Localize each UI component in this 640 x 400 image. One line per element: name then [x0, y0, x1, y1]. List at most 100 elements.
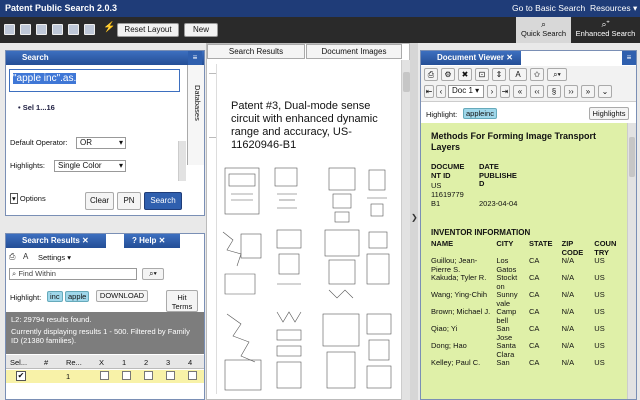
row-1-checkbox[interactable]	[122, 371, 131, 380]
col-3[interactable]: 3	[166, 358, 170, 367]
document-viewer-panel: Document Viewer ✕ ≡ ⎙ ⚙ ✖ ⊡ ⇕ A ✩ ⌕▾ ⇤ ‹…	[420, 50, 637, 400]
highlight-term-inc[interactable]: inc	[47, 291, 63, 302]
col-4[interactable]: 4	[188, 358, 192, 367]
search-icon[interactable]: ⌕▾	[547, 68, 567, 81]
next-doc-icon[interactable]: ›	[487, 85, 497, 98]
table-row: Wang; Ying-Chih Sunny vale CA N/A US	[429, 290, 625, 308]
first-doc-icon[interactable]: ⇤	[424, 85, 434, 98]
document-icon[interactable]	[36, 24, 47, 35]
inventor-name: Kakuda; Tyler R.	[431, 273, 487, 282]
col-sel[interactable]: Sel...	[10, 358, 27, 367]
download-button[interactable]: DOWNLOAD	[96, 290, 148, 302]
last-page-icon[interactable]: »	[581, 85, 595, 98]
collapse-icon[interactable]: ✖	[458, 68, 472, 81]
first-page-icon[interactable]: «	[513, 85, 527, 98]
find-within-input[interactable]: ⌕ Find Within	[9, 268, 137, 280]
section-icon[interactable]: §	[547, 85, 561, 98]
viewer-scrollbar[interactable]	[627, 123, 636, 399]
results-count: L2: 29794 results found.	[11, 315, 92, 324]
image-icon[interactable]	[52, 24, 63, 35]
col-number[interactable]: #	[44, 358, 48, 367]
options-toggle[interactable]: ▾ Options	[10, 193, 46, 204]
quick-search-tab[interactable]: ⌕ Quick Search	[516, 17, 571, 43]
highlights-label: Highlights:	[10, 161, 46, 170]
resources-menu[interactable]: Resources ▾	[590, 3, 637, 14]
enhanced-search-tab[interactable]: ⌕⁺ Enhanced Search	[571, 17, 640, 43]
search-set-label[interactable]: • Sel 1...16	[18, 103, 55, 112]
col-x[interactable]: X	[99, 358, 104, 367]
viewer-menu-icon[interactable]: ≡	[622, 51, 636, 65]
patent-drawing-thumbnails[interactable]	[217, 164, 399, 400]
fit-icon[interactable]: ⊡	[475, 68, 489, 81]
results-status: L2: 29794 results found. Currently displ…	[6, 312, 204, 354]
search-panel: Search ≡ "apple inc".as. • Sel 1...16 Dat…	[5, 50, 205, 216]
hit-terms-button[interactable]: Hit Terms	[166, 290, 198, 312]
find-search-icon: ⌕	[12, 269, 17, 278]
star-icon[interactable]: ✩	[530, 68, 544, 81]
table-row[interactable]: ✔ 1	[6, 370, 204, 383]
col-1[interactable]: 1	[122, 358, 126, 367]
inventor-state: CA	[528, 273, 540, 282]
search-query-text: "apple inc".as.	[13, 73, 77, 84]
inventor-state: CA	[528, 341, 540, 350]
search-query-box[interactable]: "apple inc".as.	[9, 69, 180, 92]
row-x-checkbox[interactable]	[100, 371, 109, 380]
databases-tab[interactable]: Databases	[187, 65, 204, 165]
help-tab[interactable]: ? Help ✕	[124, 234, 180, 248]
clear-button[interactable]: Clear	[85, 192, 114, 210]
search-scrollbar[interactable]	[178, 141, 186, 181]
font-size-icon[interactable]: A	[23, 252, 28, 261]
inventor-zip: N/A	[561, 358, 575, 367]
next-page-icon[interactable]: ››	[564, 85, 578, 98]
expand-icon[interactable]: ⇕	[492, 68, 506, 81]
print-icon[interactable]: ⎙	[9, 252, 15, 262]
list-icon[interactable]	[20, 24, 31, 35]
operator-select[interactable]: OR ▾	[76, 137, 126, 149]
down-icon[interactable]: ⌄	[598, 85, 612, 98]
inventor-name: Kelley; Paul C.	[431, 358, 481, 367]
find-options-button[interactable]: ⌕▾	[142, 268, 164, 280]
table-row: Guillou; Jean-Pierre S. Los Gatos CA N/A US	[429, 256, 625, 274]
inventor-name: Dong; Hao	[431, 341, 467, 350]
highlight-term-apple[interactable]: apple	[65, 291, 90, 302]
viewer-highlight-term[interactable]: appleinc	[463, 108, 497, 119]
collapse-arrow-icon[interactable]: ❯	[411, 213, 418, 222]
highlights-button[interactable]: Highlights	[589, 107, 629, 120]
lightning-icon[interactable]: ⚡	[103, 22, 115, 33]
inventor-zip: N/A	[561, 307, 575, 316]
row-3-checkbox[interactable]	[166, 371, 175, 380]
inventor-state: CA	[528, 324, 540, 333]
row-checkbox[interactable]: ✔	[16, 371, 26, 381]
prev-page-icon[interactable]: ‹‹	[530, 85, 544, 98]
document-viewer-header: Document Viewer ✕	[421, 51, 521, 65]
table-icon[interactable]	[68, 24, 79, 35]
inventor-name: Qiao; Yi	[431, 324, 458, 333]
prev-doc-icon[interactable]: ‹	[436, 85, 446, 98]
settings-menu[interactable]: Settings ▾	[38, 253, 71, 262]
col-2[interactable]: 2	[144, 358, 148, 367]
reset-layout-button[interactable]: Reset Layout	[117, 23, 179, 37]
tab-search-results[interactable]: Search Results	[207, 44, 305, 59]
grid-icon[interactable]	[84, 24, 95, 35]
col-relevance[interactable]: Re...	[66, 358, 82, 367]
col-state: STATE	[528, 239, 553, 248]
row-2-checkbox[interactable]	[144, 371, 153, 380]
font-size-icon[interactable]: A	[509, 68, 527, 81]
pn-button[interactable]: PN	[117, 192, 141, 210]
operator-label: Default Operator:	[10, 138, 68, 147]
search-button[interactable]: Search	[144, 192, 182, 210]
basic-search-link[interactable]: Go to Basic Search	[512, 3, 585, 13]
tab-document-images[interactable]: Document Images	[306, 44, 402, 59]
inventor-city: Camp bell	[496, 307, 517, 325]
search-icon[interactable]	[4, 24, 15, 35]
gear-icon[interactable]: ⚙	[441, 68, 455, 81]
new-button[interactable]: New	[184, 23, 218, 37]
document-select[interactable]: Doc 1 ▾	[448, 85, 484, 98]
print-icon[interactable]: ⎙	[424, 68, 438, 81]
last-doc-icon[interactable]: ⇥	[500, 85, 510, 98]
col-city: CITY	[496, 239, 514, 248]
highlights-select[interactable]: Single Color ▾	[54, 160, 126, 172]
row-4-checkbox[interactable]	[188, 371, 197, 380]
panel-splitter[interactable]: ❯	[410, 43, 418, 400]
document-title: Methods For Forming Image Transport Laye…	[431, 131, 597, 152]
